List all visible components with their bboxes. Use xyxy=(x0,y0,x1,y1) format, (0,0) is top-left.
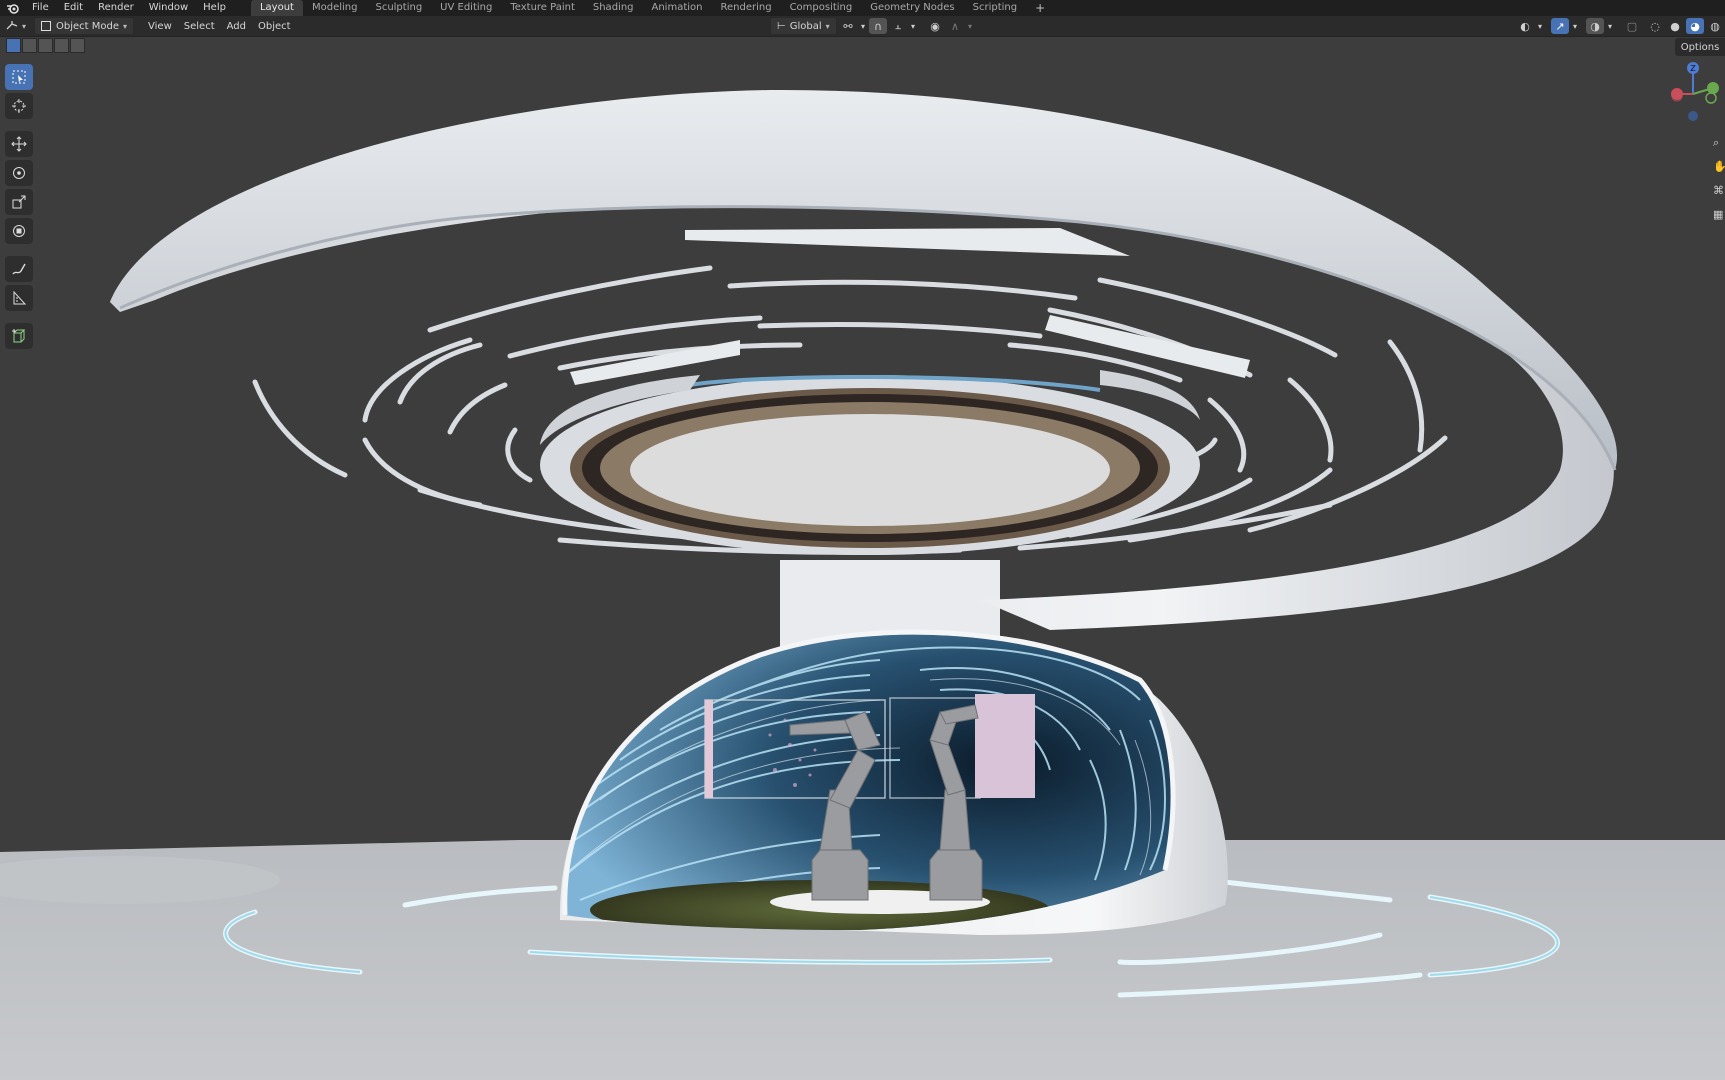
tool-shelf xyxy=(5,64,35,349)
xray-toggle-icon[interactable]: ▢ xyxy=(1623,18,1641,34)
tab-layout[interactable]: Layout xyxy=(250,0,303,16)
menu-view[interactable]: View xyxy=(142,18,178,34)
orientation-label: Global xyxy=(789,20,822,32)
proportional-edit-icon[interactable]: ◉ xyxy=(926,18,944,34)
tab-uv-editing[interactable]: UV Editing xyxy=(431,0,501,16)
blender-logo-icon[interactable] xyxy=(0,0,26,16)
mode-label: Object Mode xyxy=(56,20,120,32)
select-extend-icon[interactable] xyxy=(22,38,37,53)
ceiling-light-panel xyxy=(630,414,1110,526)
menu-window[interactable]: Window xyxy=(143,0,197,16)
chevron-down-icon[interactable]: ▾ xyxy=(966,18,974,34)
menu-edit[interactable]: Edit xyxy=(58,0,92,16)
selection-mode-buttons xyxy=(6,38,85,53)
editor-type-button[interactable]: ▾ xyxy=(0,18,32,34)
orientation-icon: ⊢ xyxy=(777,20,786,32)
tab-animation[interactable]: Animation xyxy=(643,0,712,16)
chevron-down-icon[interactable]: ▾ xyxy=(909,18,917,34)
pan-hand-icon[interactable]: ✋ xyxy=(1713,160,1725,174)
wireframe-shading-icon[interactable]: ◌ xyxy=(1646,18,1664,34)
menu-help[interactable]: Help xyxy=(197,0,235,16)
viewport-header: ▾ Object Mode ▾ View Select Add Object ⊢… xyxy=(0,16,1725,37)
blender-window: File Edit Render Window Help Layout Mode… xyxy=(0,0,1725,1080)
chevron-down-icon[interactable]: ▾ xyxy=(1536,18,1544,34)
main-menu: File Edit Render Window Help xyxy=(26,0,235,16)
mode-dropdown[interactable]: Object Mode ▾ xyxy=(34,17,135,35)
scale-icon[interactable] xyxy=(5,189,33,215)
add-cube-icon[interactable] xyxy=(5,323,33,349)
menu-select[interactable]: Select xyxy=(178,18,221,34)
chevron-down-icon: ▾ xyxy=(123,21,128,31)
navigation-gizmo[interactable]: Z xyxy=(1665,62,1725,132)
tunnel-screen xyxy=(564,632,1173,930)
viewport-display-controls: ◐ ▾ ↗ ▾ ◑ ▾ ▢ ◌ ● ◕ ◍ xyxy=(1515,16,1725,36)
chevron-down-icon: ▾ xyxy=(22,21,27,31)
tab-modeling[interactable]: Modeling xyxy=(303,0,367,16)
overlays-icon[interactable]: ◑ xyxy=(1586,18,1604,34)
select-subtract-icon[interactable] xyxy=(38,38,53,53)
menu-render[interactable]: Render xyxy=(92,0,143,16)
measure-icon[interactable] xyxy=(5,285,33,311)
camera-view-icon[interactable]: ⌘ xyxy=(1713,184,1725,198)
perspective-toggle-icon[interactable]: ▦ xyxy=(1713,208,1725,222)
menu-add[interactable]: Add xyxy=(221,18,252,34)
zoom-icon[interactable]: ⌕ xyxy=(1713,136,1725,150)
snapping-group: ⚯ ▾ ∩ ⫠ ▾ ◉ ∧ ▾ xyxy=(838,18,975,34)
gizmo-z-label: Z xyxy=(1690,64,1696,73)
rotate-icon[interactable] xyxy=(5,160,33,186)
menu-file[interactable]: File xyxy=(26,0,58,16)
select-intersect-icon[interactable] xyxy=(70,38,85,53)
menu-object[interactable]: Object xyxy=(252,18,297,34)
top-menu-bar: File Edit Render Window Help Layout Mode… xyxy=(0,0,1725,16)
select-invert-icon[interactable] xyxy=(54,38,69,53)
transform-orientation-dropdown[interactable]: ⊢ Global ▾ xyxy=(770,17,837,35)
falloff-curve-icon[interactable]: ∧ xyxy=(946,18,964,34)
chevron-down-icon[interactable]: ▾ xyxy=(859,18,867,34)
options-button[interactable]: Options xyxy=(1675,38,1725,56)
snap-magnet-icon[interactable]: ∩ xyxy=(869,18,887,34)
3d-viewport[interactable]: Z ⌕ ✋ ⌘ ▦ xyxy=(0,36,1725,1080)
cursor-icon[interactable] xyxy=(5,93,33,119)
chevron-down-icon: ▾ xyxy=(825,21,830,31)
solid-shading-icon[interactable]: ● xyxy=(1666,18,1684,34)
annotate-icon[interactable] xyxy=(5,256,33,282)
object-mode-icon xyxy=(41,21,52,31)
gizmo-toggle-icon[interactable]: ↗ xyxy=(1551,18,1569,34)
rendered-shading-icon[interactable]: ◍ xyxy=(1706,18,1724,34)
tab-scripting[interactable]: Scripting xyxy=(964,0,1026,16)
3d-viewport-icon xyxy=(6,20,18,33)
tab-rendering[interactable]: Rendering xyxy=(711,0,780,16)
pivot-point-icon[interactable]: ⚯ xyxy=(839,18,857,34)
workspace-tabs: Layout Modeling Sculpting UV Editing Tex… xyxy=(250,0,1054,16)
select-new-icon[interactable] xyxy=(6,38,21,53)
tab-texture-paint[interactable]: Texture Paint xyxy=(501,0,584,16)
tab-shading[interactable]: Shading xyxy=(584,0,643,16)
material-preview-shading-icon[interactable]: ◕ xyxy=(1686,18,1704,34)
snap-target-icon[interactable]: ⫠ xyxy=(889,18,907,34)
visibility-icon[interactable]: ◐ xyxy=(1516,18,1534,34)
scene-render xyxy=(0,89,1725,1080)
tab-compositing[interactable]: Compositing xyxy=(781,0,862,16)
tab-geometry-nodes[interactable]: Geometry Nodes xyxy=(861,0,963,16)
tab-sculpting[interactable]: Sculpting xyxy=(366,0,431,16)
add-workspace-button[interactable]: + xyxy=(1026,0,1054,16)
transform-icon[interactable] xyxy=(5,218,33,244)
select-box-icon[interactable] xyxy=(5,64,33,90)
move-icon[interactable] xyxy=(5,131,33,157)
pink-panel xyxy=(975,694,1035,798)
chevron-down-icon[interactable]: ▾ xyxy=(1606,18,1614,34)
chevron-down-icon[interactable]: ▾ xyxy=(1571,18,1579,34)
navigation-controls: ⌕ ✋ ⌘ ▦ xyxy=(1713,136,1725,222)
